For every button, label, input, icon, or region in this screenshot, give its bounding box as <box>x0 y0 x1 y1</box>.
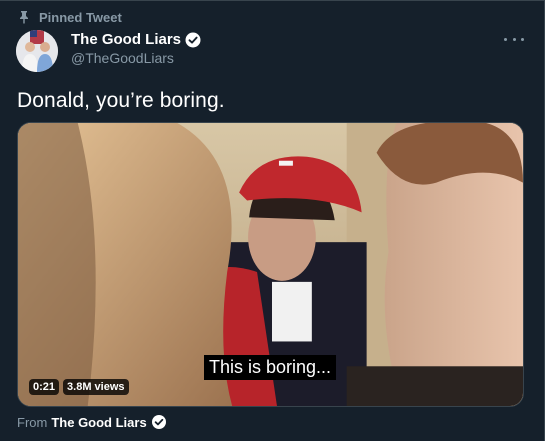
author-handle[interactable]: @TheGoodLiars <box>71 50 174 66</box>
more-options-icon[interactable] <box>504 31 524 47</box>
verified-badge-icon <box>185 32 201 48</box>
video-duration: 0:21 <box>29 379 60 395</box>
pin-icon <box>17 10 31 24</box>
pinned-indicator: Pinned Tweet <box>17 9 122 25</box>
video-source: From The Good Liars <box>17 414 167 430</box>
tweet-card[interactable]: Pinned Tweet The Good Liars @TheGoodLiar… <box>0 0 545 441</box>
video-views: 3.8M views <box>63 379 129 395</box>
author-name-row[interactable]: The Good Liars <box>71 31 201 48</box>
verified-badge-icon <box>151 414 167 430</box>
video-badges: 0:21 3.8M views <box>29 379 129 395</box>
source-prefix: From <box>17 414 48 430</box>
avatar[interactable] <box>16 30 58 72</box>
video-caption: This is boring... <box>204 355 337 380</box>
source-name[interactable]: The Good Liars <box>51 415 146 430</box>
video-player[interactable]: This is boring... 0:21 3.8M views <box>17 122 524 407</box>
author-name[interactable]: The Good Liars <box>71 31 181 48</box>
tweet-text: Donald, you’re boring. <box>17 89 225 112</box>
pinned-label: Pinned Tweet <box>39 9 122 25</box>
